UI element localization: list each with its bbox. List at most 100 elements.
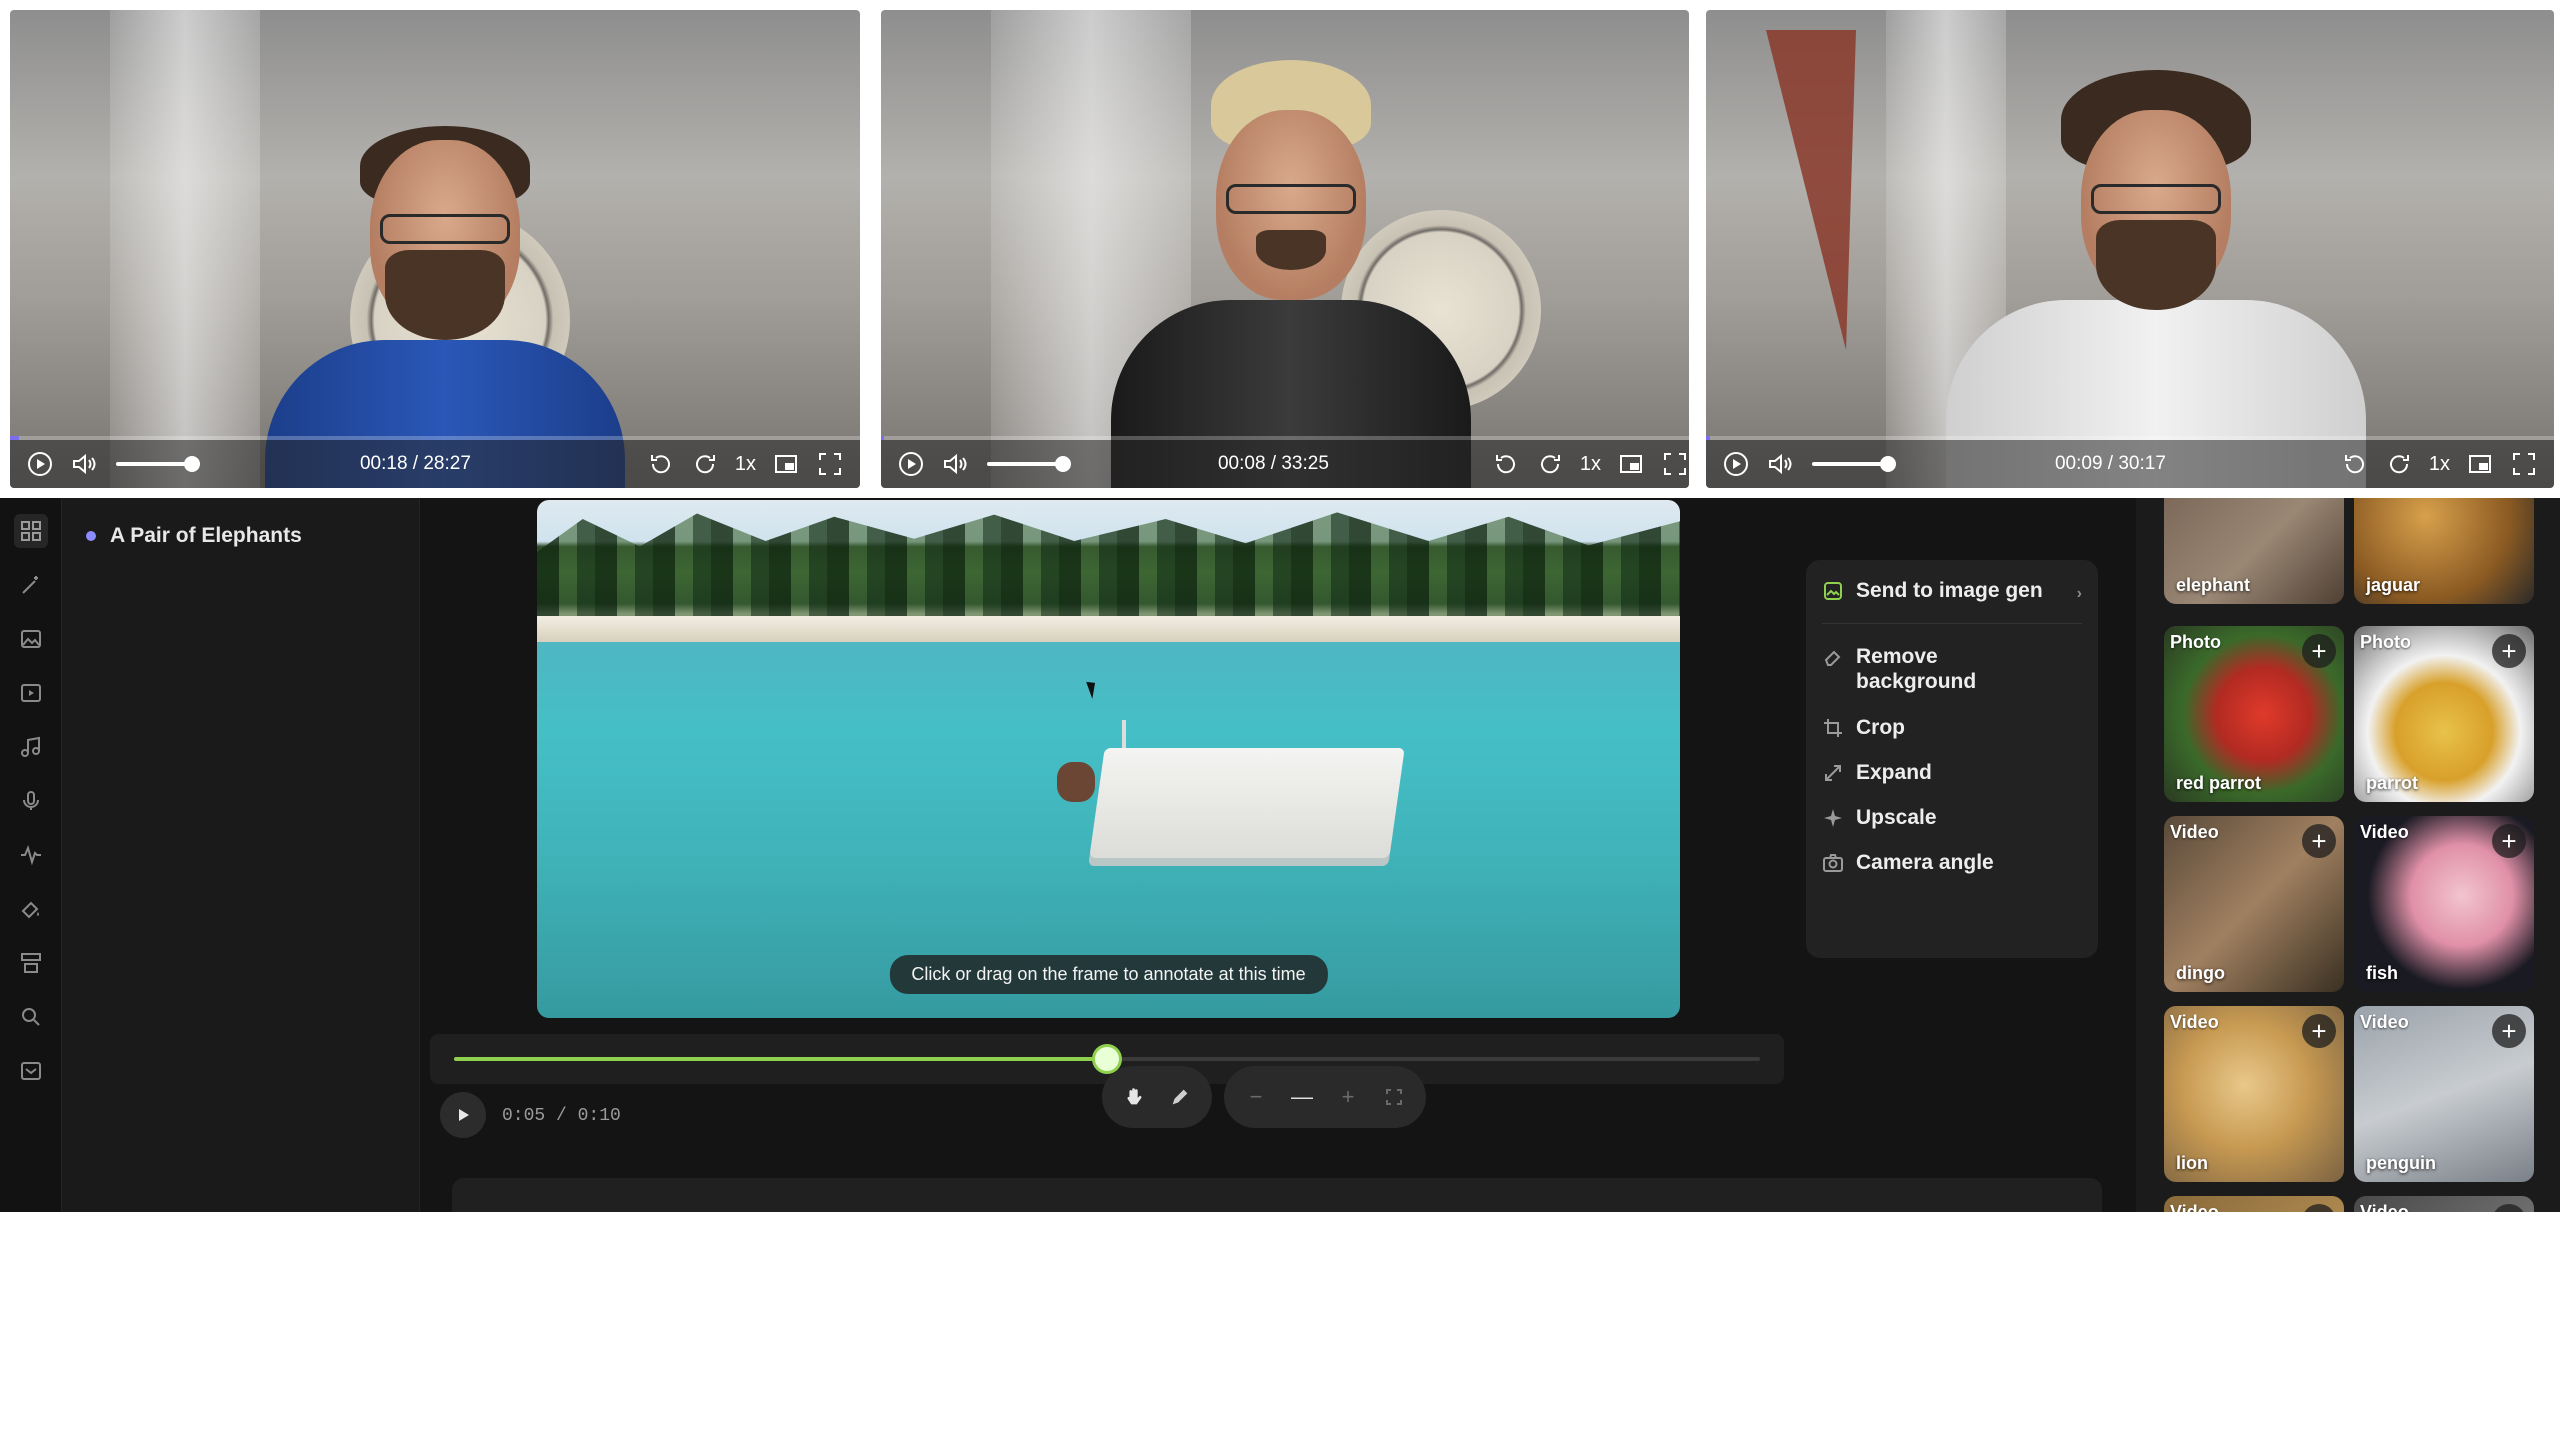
microphone-icon[interactable] [14,784,48,818]
pip-icon[interactable] [1617,450,1645,478]
play-icon[interactable] [1722,450,1750,478]
gallery-card[interactable]: elephant [2164,498,2344,604]
sparkle-icon [1822,807,1844,829]
frame-beach [537,616,1680,642]
volume-icon[interactable] [70,450,98,478]
forward-icon[interactable] [1536,450,1564,478]
add-icon[interactable]: + [2302,824,2336,858]
gallery-card[interactable]: Video + fish [2354,816,2534,992]
playback-speed-button[interactable]: 1x [735,453,756,476]
player-progress[interactable] [10,436,20,440]
editor-app: A Pair of Elephants Click or drag on the… [0,498,2560,1212]
add-icon[interactable]: + [2302,634,2336,668]
playback-time: 0:05 / 0:10 [502,1106,621,1126]
rewind-icon[interactable] [2341,450,2369,478]
video-frame-canvas[interactable]: Click or drag on the frame to annotate a… [537,500,1680,1018]
layer-label: A Pair of Elephants [110,524,302,547]
menu-camera-angle[interactable]: Camera angle [1822,850,2082,875]
inbox-icon[interactable] [14,1054,48,1088]
menu-send-to-image-gen[interactable]: Send to image gen › [1822,578,2082,603]
menu-crop[interactable]: Crop [1822,715,2082,740]
video-player-2[interactable]: 00:08 / 33:25 1x [881,10,1689,488]
gallery-card[interactable]: Video + penguin [2354,1006,2534,1182]
search-icon[interactable] [14,1000,48,1034]
forward-icon[interactable] [2385,450,2413,478]
card-type-tag: Photo [2170,632,2221,652]
add-icon[interactable]: + [2302,1204,2336,1212]
volume-slider[interactable] [1812,456,1896,472]
add-icon[interactable]: + [2492,634,2526,668]
volume-icon[interactable] [941,450,969,478]
add-icon[interactable]: + [2492,1014,2526,1048]
card-type-tag: Video [2170,1012,2219,1032]
pip-icon[interactable] [2466,450,2494,478]
gallery-card[interactable]: Video + [2354,1196,2534,1212]
add-icon[interactable]: + [2492,824,2526,858]
gallery-card[interactable]: jaguar [2354,498,2534,604]
pen-tool-icon[interactable] [1166,1083,1194,1111]
player-controls: 00:18 / 28:27 1x [10,436,860,488]
rewind-icon[interactable] [647,450,675,478]
volume-icon[interactable] [1766,450,1794,478]
playback-speed-button[interactable]: 1x [1580,453,1601,476]
menu-label: Send to image gen [1856,579,2043,602]
card-caption: parrot [2366,773,2419,793]
timeline-scrubber[interactable] [430,1034,1784,1084]
forward-icon[interactable] [691,450,719,478]
gallery-card[interactable]: Video + lion [2164,1006,2344,1182]
menu-label: Camera angle [1856,851,1994,875]
fit-screen-icon[interactable] [1380,1083,1408,1111]
add-icon[interactable]: + [2302,1014,2336,1048]
card-caption: red parrot [2176,773,2262,793]
menu-label: Crop [1856,715,1905,739]
card-type-tag: Video [2360,1012,2409,1032]
playback-speed-button[interactable]: 1x [2429,453,2450,476]
play-button[interactable] [440,1092,486,1138]
menu-upscale[interactable]: Upscale [1822,805,2082,830]
player-progress[interactable] [1706,436,1711,440]
gallery-card[interactable]: Video + [2164,1196,2344,1212]
hand-tool-icon[interactable] [1120,1083,1148,1111]
play-icon[interactable] [26,450,54,478]
volume-slider[interactable] [987,456,1071,472]
video-frame-kite [1766,30,1856,350]
zoom-out-icon[interactable]: − [1242,1083,1270,1111]
menu-label: Remove background [1856,645,1977,694]
play-icon[interactable] [897,450,925,478]
paint-icon[interactable] [14,892,48,926]
fullscreen-icon[interactable] [1661,450,1689,478]
music-icon[interactable] [14,730,48,764]
gallery-card[interactable]: Photo + parrot [2354,626,2534,802]
card-caption: elephant [2176,575,2251,595]
fullscreen-icon[interactable] [816,450,844,478]
card-type-tag: Video [2170,1202,2219,1212]
card-caption: jaguar [2366,575,2421,595]
card-type-tag: Video [2170,822,2219,842]
fullscreen-icon[interactable] [2510,450,2538,478]
image-icon[interactable] [14,622,48,656]
waveform-icon[interactable] [14,838,48,872]
player-controls: 00:09 / 30:17 1x [1706,436,2554,488]
layer-dot-icon [86,531,96,541]
pip-icon[interactable] [772,450,800,478]
layout-icon[interactable] [14,946,48,980]
menu-remove-background[interactable]: Remove background [1822,644,2082,694]
video-player-3[interactable]: 00:09 / 30:17 1x [1706,10,2554,488]
video-icon[interactable] [14,676,48,710]
gallery-card[interactable]: Photo + red parrot [2164,626,2344,802]
volume-slider[interactable] [116,456,200,472]
menu-expand[interactable]: Expand [1822,760,2082,785]
zoom-level-icon[interactable]: — [1288,1083,1316,1111]
magic-wand-icon[interactable] [14,568,48,602]
zoom-in-icon[interactable]: + [1334,1083,1362,1111]
add-icon[interactable]: + [2492,1204,2526,1212]
annotation-hint: Click or drag on the frame to annotate a… [889,955,1328,994]
media-gallery: elephant jaguar Photo + red parrot Photo… [2136,498,2560,1212]
grid-icon[interactable] [13,514,48,548]
rewind-icon[interactable] [1492,450,1520,478]
player-progress[interactable] [881,436,885,440]
layer-item[interactable]: A Pair of Elephants [62,498,419,574]
video-player-1[interactable]: 00:18 / 28:27 1x [10,10,860,488]
timeline-handle[interactable] [1095,1047,1119,1071]
gallery-card[interactable]: Video + dingo [2164,816,2344,992]
